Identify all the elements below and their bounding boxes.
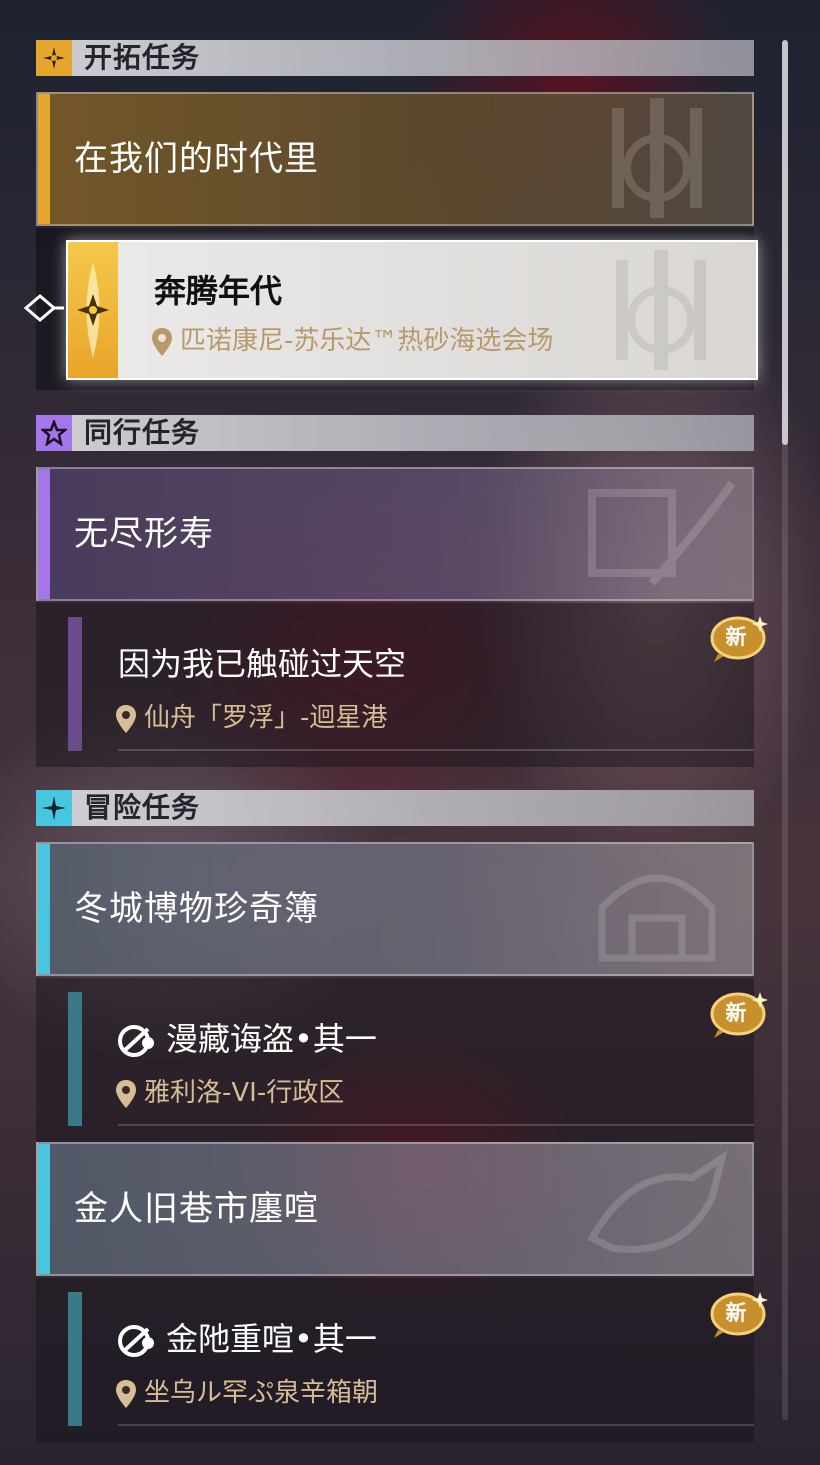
companion-star-icon [36, 415, 72, 451]
quest-group-card[interactable]: 金人旧巷市廛喧 [36, 1142, 754, 1276]
quest-group-card[interactable]: 冬城博物珍奇簿 [36, 842, 754, 976]
category-title: 同行任务 [84, 416, 201, 449]
group-accent-bar [38, 844, 50, 974]
quest-item[interactable]: 漫藏诲盗•其一 雅利洛-VI-行政区 [84, 992, 754, 1126]
quest-location-text: 匹诺康尼-苏乐达™热砂海选会场 [180, 326, 554, 356]
trailblaze-icon [36, 40, 72, 76]
new-badge-label: 新 [725, 1301, 747, 1325]
feather-emblem-icon [588, 480, 736, 586]
quest-item[interactable]: 因为我已触碰过天空 仙舟「罗浮」-迴星港 [84, 617, 754, 751]
new-badge: 新 [708, 1290, 768, 1338]
quest-title-text: 漫藏诲盗•其一 [166, 1020, 377, 1058]
quest-group-card[interactable]: 在我们的时代里 [36, 92, 754, 226]
category-header-trailblaze: 开拓任务 [36, 40, 754, 76]
location-pin-icon [116, 704, 136, 733]
quest-accent-bar [68, 1292, 82, 1426]
category-title: 冒险任务 [84, 791, 201, 824]
quest-accent-bar [68, 617, 82, 751]
new-badge-label: 新 [725, 1001, 747, 1025]
quest-title: 金阤重喧•其一 [118, 1314, 377, 1360]
location-pin-icon [116, 1379, 136, 1408]
location-pin-icon [152, 327, 172, 356]
group-accent-bar [38, 94, 50, 224]
quest-title: 因为我已触碰过天空 [118, 645, 407, 683]
quest-location: 仙舟「罗浮」-迴星港 [116, 697, 387, 734]
quest-location: 雅利洛-VI-行政区 [116, 1072, 344, 1109]
adventure-quest-icon [118, 1025, 154, 1057]
group-title: 金人旧巷市廛喧 [74, 1189, 319, 1229]
new-badge: 新 [708, 990, 768, 1038]
quest-location-text: 坐乌ル罕ぷ泉辛箱朝 [144, 1378, 379, 1408]
adventure-quest-icon [118, 1325, 154, 1357]
quest-item-selected[interactable]: 奔腾年代 匹诺康尼-苏乐达™热砂海选会场 [66, 240, 758, 380]
quest-location: 匹诺康尼-苏乐达™热砂海选会场 [152, 320, 553, 357]
divider [118, 749, 754, 751]
group-title: 无尽形寿 [74, 514, 214, 554]
quest-title-text: 金阤重喧•其一 [166, 1320, 377, 1358]
bird-emblem-icon [587, 1150, 728, 1253]
category-header-companion: 同行任务 [36, 415, 754, 451]
building-emblem-icon [598, 874, 716, 962]
quest-type-ribbon [68, 242, 118, 378]
quest-title: 漫藏诲盗•其一 [118, 1014, 377, 1060]
emblem-icon [612, 98, 702, 218]
trailblaze-star-icon [77, 262, 109, 358]
group-accent-bar [38, 1144, 50, 1274]
location-pin-icon [116, 1079, 136, 1108]
divider [118, 1424, 754, 1426]
selection-arrow-icon [23, 292, 66, 328]
category-header-adventure: 冒险任务 [36, 790, 754, 826]
group-accent-bar [38, 469, 50, 599]
quest-title: 奔腾年代 [154, 272, 283, 310]
quest-group-card[interactable]: 无尽形寿 [36, 467, 754, 601]
quest-item[interactable]: 金阤重喧•其一 坐乌ル罕ぷ泉辛箱朝 [84, 1292, 754, 1426]
adventure-icon [36, 790, 72, 826]
new-badge-label: 新 [725, 625, 747, 649]
group-title: 在我们的时代里 [74, 139, 319, 179]
emblem-icon [616, 250, 706, 370]
quest-location-text: 雅利洛-VI-行政区 [144, 1078, 345, 1108]
quest-accent-bar [68, 992, 82, 1126]
scrollbar-thumb[interactable] [782, 40, 788, 445]
group-title: 冬城博物珍奇簿 [74, 889, 319, 929]
quest-location-text: 仙舟「罗浮」-迴星港 [144, 703, 388, 733]
quest-location: 坐乌ル罕ぷ泉辛箱朝 [116, 1372, 378, 1409]
divider [118, 1124, 754, 1126]
new-badge: 新 [708, 614, 768, 662]
category-title: 开拓任务 [84, 41, 201, 74]
